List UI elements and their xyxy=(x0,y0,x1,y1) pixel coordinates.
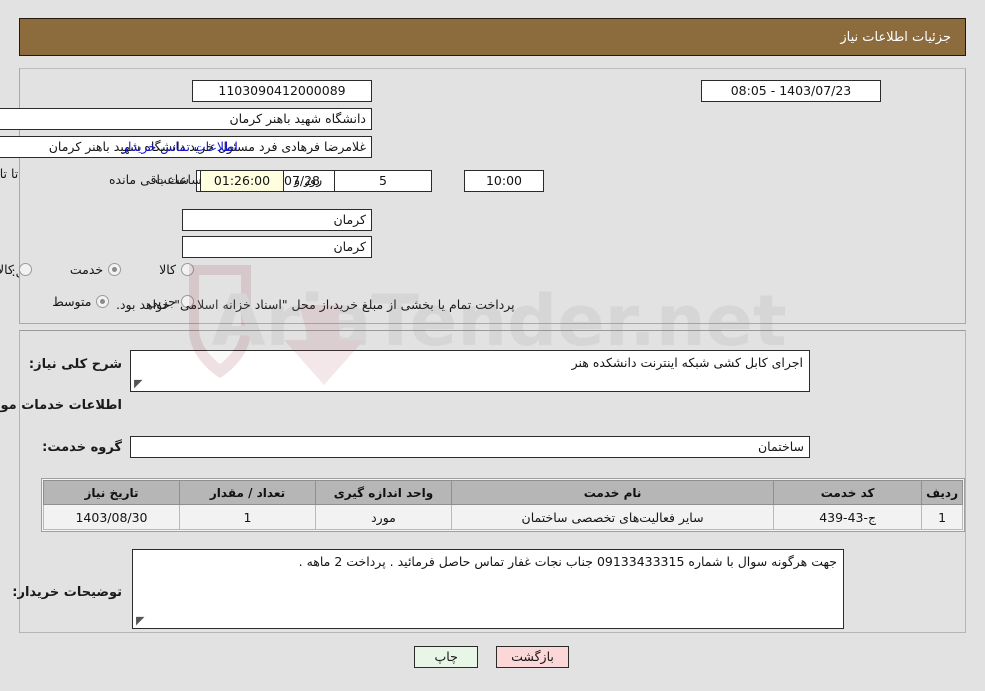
col-index: ردیف xyxy=(922,480,964,505)
back-button[interactable]: بازگشت xyxy=(497,646,570,668)
deadline-days-field[interactable]: 5 xyxy=(335,170,433,192)
cell-service-code: ج-43-439 xyxy=(774,504,924,530)
col-service-code: کد خدمت xyxy=(774,480,924,505)
buyer-notes-textarea[interactable]: جهت هرگونه سوال با شماره 09133433315 جنا… xyxy=(133,549,845,629)
table-row[interactable]: 1 ج-43-439 سایر فعالیت‌های تخصصی ساختمان… xyxy=(44,504,964,530)
classification-radio-group[interactable]: کالا خدمت کالا/خدمت xyxy=(0,262,195,277)
col-service-name: نام خدمت xyxy=(451,480,776,505)
classification-option-kala-label: کالا xyxy=(160,262,177,277)
services-table: ردیف کد خدمت نام خدمت واحد اندازه گیری ت… xyxy=(44,480,964,530)
col-quantity: تعداد / مقدار xyxy=(180,480,317,505)
resize-grip-icon-notes[interactable]: ◥ xyxy=(137,614,147,627)
action-button-bar: بازگشت چاپ xyxy=(0,646,985,668)
announce-datetime-field[interactable]: 1403/07/23 - 08:05 xyxy=(702,80,882,102)
general-description-textarea[interactable]: اجرای کابل کشی شبکه اینترنت دانشکده هنر … xyxy=(131,350,811,392)
classification-option-kala-khedmat[interactable]: کالا/خدمت xyxy=(0,262,33,277)
buyer-notes-value: جهت هرگونه سوال با شماره 09133433315 جنا… xyxy=(299,554,838,569)
radio-icon-khedmat[interactable] xyxy=(109,263,123,276)
resize-grip-icon[interactable]: ◥ xyxy=(135,377,145,390)
page-root: AriaTender.net جزئیات اطلاعات نیاز شماره… xyxy=(0,0,985,691)
purchase-process-note: پرداخت تمام یا بخشی از مبلغ خرید،از محل … xyxy=(117,297,516,312)
radio-icon-kala[interactable] xyxy=(182,263,195,276)
classification-option-khedmat-label: خدمت xyxy=(70,262,105,277)
cell-unit: مورد xyxy=(316,504,453,530)
process-option-motevaset-label: متوسط xyxy=(53,294,93,309)
buyer-org-field[interactable]: دانشگاه شهید باهنر کرمان xyxy=(0,108,373,130)
buyer-notes-label: توضیحات خریدار: xyxy=(13,585,123,600)
cell-service-name: سایر فعالیت‌های تخصصی ساختمان xyxy=(451,504,776,530)
cell-quantity: 1 xyxy=(180,504,317,530)
deadline-time-field[interactable]: 10:00 xyxy=(465,170,545,192)
delivery-province-field[interactable]: کرمان xyxy=(183,209,373,231)
delivery-city-field[interactable]: کرمان xyxy=(183,236,373,258)
col-need-date: تاریخ نیاز xyxy=(44,480,181,505)
radio-icon-motevaset[interactable] xyxy=(97,295,111,308)
col-unit: واحد اندازه گیری xyxy=(316,480,453,505)
service-group-label: گروه خدمت: xyxy=(43,440,123,455)
table-header-row: ردیف کد خدمت نام خدمت واحد اندازه گیری ت… xyxy=(44,480,964,505)
deadline-countdown-field: 01:26:00 xyxy=(201,170,285,192)
classification-option-kala-khedmat-label: کالا/خدمت xyxy=(0,262,15,277)
cell-index: 1 xyxy=(922,504,964,530)
general-description-value: اجرای کابل کشی شبکه اینترنت دانشکده هنر xyxy=(572,355,804,370)
cell-need-date: 1403/08/30 xyxy=(44,504,181,530)
window-titlebar: جزئیات اطلاعات نیاز xyxy=(20,18,967,56)
buyer-contact-link[interactable]: اطلاعات تماس خریدار xyxy=(123,139,239,154)
general-description-label: شرح کلی نیاز: xyxy=(29,357,123,372)
services-table-wrapper: ردیف کد خدمت نام خدمت واحد اندازه گیری ت… xyxy=(42,478,966,532)
radio-icon-kala-khedmat[interactable] xyxy=(19,263,33,276)
services-section-title: اطلاعات خدمات مورد نیاز xyxy=(0,398,123,413)
deadline-countdown-label: ساعت باقی مانده xyxy=(110,172,203,187)
print-button[interactable]: چاپ xyxy=(415,646,480,668)
need-number-field[interactable]: 1103090412000089 xyxy=(193,80,373,102)
classification-option-khedmat[interactable]: خدمت xyxy=(70,262,123,277)
deadline-days-label: روز و xyxy=(295,172,324,187)
need-info-panel xyxy=(20,68,967,324)
service-group-field[interactable]: ساختمان xyxy=(131,436,811,458)
page-title: جزئیات اطلاعات نیاز xyxy=(841,29,952,45)
classification-option-kala[interactable]: کالا xyxy=(160,262,195,277)
process-option-motevaset[interactable]: متوسط xyxy=(53,294,111,309)
